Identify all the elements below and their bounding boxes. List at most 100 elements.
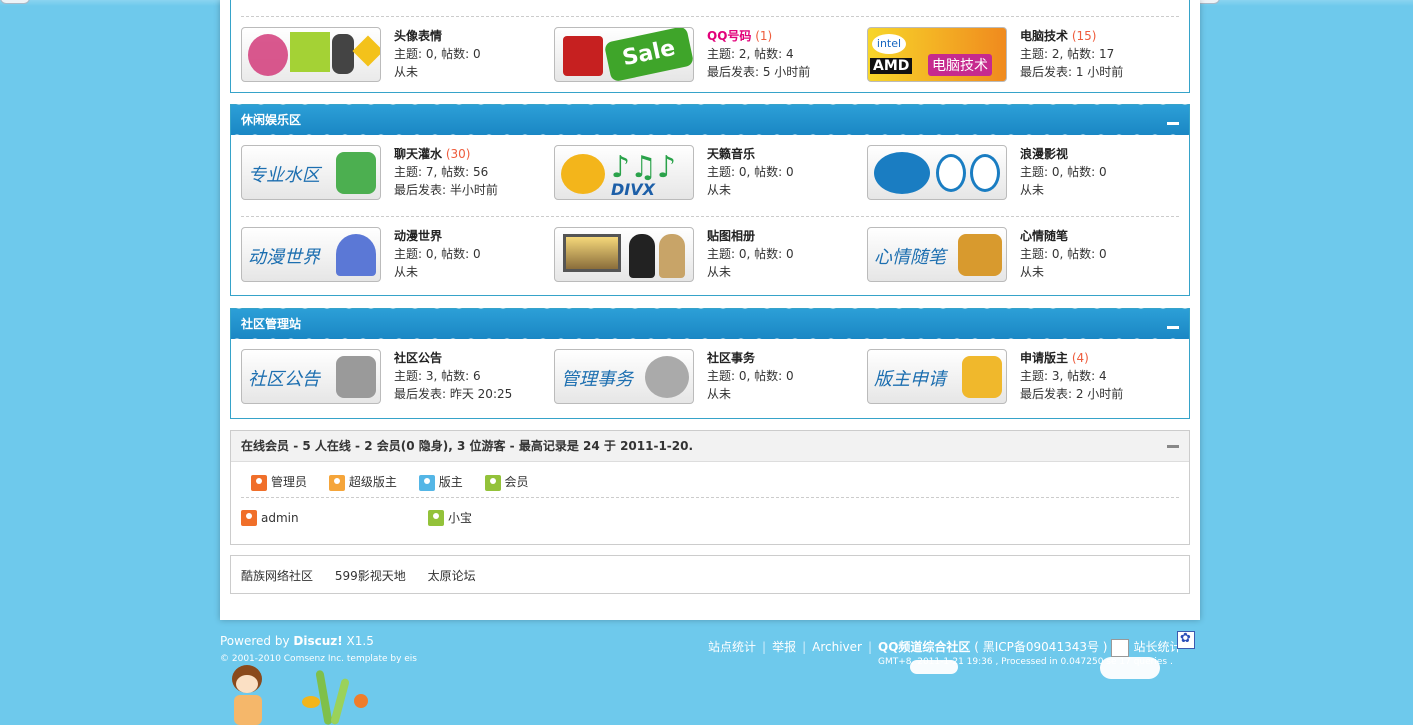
eye-icon <box>970 154 1000 192</box>
thumb-label: 管理事务 <box>561 369 633 390</box>
webcam-icon <box>874 152 930 194</box>
forum-stats: 主题: 0, 帖数: 0 <box>707 247 794 261</box>
forum-info: 动漫世界 主题: 0, 帖数: 0 从未 <box>394 227 481 281</box>
legend-member: 会员 <box>484 475 529 491</box>
member-icon <box>484 475 501 491</box>
forum-thumb-announcements[interactable]: 社区公告 <box>241 349 381 404</box>
forum-stats: 主题: 7, 帖数: 56 <box>394 165 489 179</box>
legend-admin: 管理员 <box>251 475 307 491</box>
group-title[interactable]: 休闲娱乐区 <box>241 113 301 127</box>
forum-thumb-qq[interactable]: Sale <box>554 27 694 82</box>
amd-logo-icon: AMD <box>870 58 913 74</box>
forum-thumb-music[interactable]: ♪♫♪ DIVX <box>554 145 694 200</box>
forum-thumb-moderator[interactable]: 版主申请 <box>867 349 1007 404</box>
group-title[interactable]: 社区管理站 <box>241 317 301 331</box>
collapse-icon[interactable] <box>1167 445 1179 448</box>
forum-last-post[interactable]: 最后发表: 1 小时前 <box>1020 63 1123 81</box>
forum-announcements[interactable]: 社区公告 社区公告 主题: 3, 帖数: 6 最后发表: 昨天 20:25 <box>241 349 554 411</box>
forum-last-post[interactable]: 最后发表: 昨天 20:25 <box>394 385 512 403</box>
forum-thumb-movies[interactable] <box>867 145 1007 200</box>
forum-photos[interactable]: 贴图相册 主题: 0, 帖数: 0 从未 <box>554 227 867 289</box>
scissors-icon <box>290 32 330 72</box>
icp-link[interactable]: ( 黑ICP备09041343号 ) <box>974 640 1107 654</box>
forum-thumb-computer[interactable]: intel AMD 电脑技术 <box>867 27 1007 82</box>
forum-stats: 主题: 0, 帖数: 0 <box>707 165 794 179</box>
forum-last-post[interactable]: 最后发表: 2 小时前 <box>1020 385 1123 403</box>
footer-left: Powered by Discuz! X1.5 © 2001-2010 Coms… <box>220 634 417 664</box>
baidu-paw-icon[interactable] <box>1177 631 1195 649</box>
discuz-link[interactable]: Discuz! <box>293 634 342 648</box>
forum-name[interactable]: 头像表情 <box>394 29 442 43</box>
forum-avatar-emoticons[interactable]: 头像表情 主题: 0, 帖数: 0 从未 <box>241 27 554 89</box>
online-user[interactable]: admin <box>241 510 299 526</box>
forum-movies[interactable]: 浪漫影视 主题: 0, 帖数: 0 从未 <box>867 145 1180 207</box>
forum-last-post[interactable]: 最后发表: 5 小时前 <box>707 63 810 81</box>
forum-info: 贴图相册 主题: 0, 帖数: 0 从未 <box>707 227 794 281</box>
books-icon <box>958 234 1002 276</box>
forum-thumb-avatar[interactable] <box>241 27 381 82</box>
online-header: 在线会员 - 5 人在线 - 2 会员(0 隐身), 3 位游客 - 最高记录是… <box>231 431 1189 462</box>
forum-affairs[interactable]: 管理事务 社区事务 主题: 0, 帖数: 0 从未 <box>554 349 867 411</box>
star-icon <box>352 35 380 67</box>
forum-name[interactable]: 申请版主 <box>1020 351 1068 365</box>
cubes-icon <box>563 36 603 76</box>
collapse-icon[interactable] <box>1167 115 1179 125</box>
forum-stats: 主题: 3, 帖数: 4 <box>1020 369 1107 383</box>
forum-thumb-diary[interactable]: 心情随笔 <box>867 227 1007 282</box>
admin-icon <box>251 475 267 491</box>
online-user[interactable]: 小宝 <box>428 510 472 526</box>
cloud-decoration <box>1100 657 1160 679</box>
forum-thumb-photos[interactable] <box>554 227 694 282</box>
debian-swirl-icon <box>248 34 288 76</box>
browser-tab-stub[interactable] <box>0 0 30 4</box>
forum-row: 动漫世界 动漫世界 主题: 0, 帖数: 0 从未 贴图相册 主题: 0, 帖数… <box>241 216 1179 296</box>
friend-link[interactable]: 酷族网络社区 <box>241 569 313 583</box>
forum-diary[interactable]: 心情随笔 心情随笔 主题: 0, 帖数: 0 从未 <box>867 227 1180 289</box>
thumb-label: 专业水区 <box>248 165 320 186</box>
forum-thumb-chat[interactable]: 专业水区 <box>241 145 381 200</box>
forum-info: 心情随笔 主题: 0, 帖数: 0 从未 <box>1020 227 1107 281</box>
footer-link[interactable]: 站点统计 <box>708 640 756 654</box>
friend-links: 酷族网络社区 599影视天地 太原论坛 <box>230 555 1190 594</box>
footer-link[interactable]: Archiver <box>812 640 862 654</box>
forum-name[interactable]: QQ号码 <box>707 29 751 43</box>
forum-name[interactable]: 天籁音乐 <box>707 147 755 161</box>
forum-last-post[interactable]: 最后发表: 半小时前 <box>394 181 498 199</box>
cnzz-stat-icon[interactable] <box>1111 638 1130 657</box>
forum-name[interactable]: 心情随笔 <box>1020 229 1068 243</box>
character-icon <box>659 234 685 278</box>
forum-thumb-affairs[interactable]: 管理事务 <box>554 349 694 404</box>
forum-moderator-apply[interactable]: 版主申请 申请版主 (4) 主题: 3, 帖数: 4 最后发表: 2 小时前 <box>867 349 1180 411</box>
thumb-label: 电脑技术 <box>928 54 992 76</box>
forum-qq-number[interactable]: Sale QQ号码 (1) 主题: 2, 帖数: 4 最后发表: 5 小时前 <box>554 27 867 89</box>
thumb-label: 心情随笔 <box>874 247 946 268</box>
intel-logo-icon: intel <box>872 34 906 54</box>
forum-name[interactable]: 社区事务 <box>707 351 755 365</box>
cloud-decoration <box>910 660 958 674</box>
forum-name[interactable]: 电脑技术 <box>1020 29 1068 43</box>
forum-computer-tech[interactable]: intel AMD 电脑技术 电脑技术 (15) 主题: 2, 帖数: 17 最… <box>867 27 1180 89</box>
stat-link[interactable]: 站长统计 <box>1133 640 1181 654</box>
site-name-link[interactable]: QQ频道综合社区 <box>878 640 970 654</box>
forum-chat[interactable]: 专业水区 聊天灌水 (30) 主题: 7, 帖数: 56 最后发表: 半小时前 <box>241 145 554 207</box>
friend-link[interactable]: 太原论坛 <box>428 569 476 583</box>
forum-name[interactable]: 贴图相册 <box>707 229 755 243</box>
forum-anime[interactable]: 动漫世界 动漫世界 主题: 0, 帖数: 0 从未 <box>241 227 554 289</box>
today-count: (30) <box>445 147 471 161</box>
forum-stats: 主题: 0, 帖数: 0 <box>707 369 794 383</box>
forum-name[interactable]: 浪漫影视 <box>1020 147 1068 161</box>
forum-last-post: 从未 <box>707 387 732 401</box>
forum-thumb-anime[interactable]: 动漫世界 <box>241 227 381 282</box>
online-label[interactable]: 在线会员 <box>241 439 289 453</box>
forum-stats: 主题: 2, 帖数: 17 <box>1020 47 1115 61</box>
today-count: (1) <box>755 29 773 43</box>
thumb-label: DIVX <box>611 180 655 199</box>
forum-name[interactable]: 聊天灌水 <box>394 147 442 161</box>
footer-link[interactable]: 举报 <box>772 640 796 654</box>
forum-name[interactable]: 社区公告 <box>394 351 442 365</box>
forum-music[interactable]: ♪♫♪ DIVX 天籁音乐 主题: 0, 帖数: 0 从未 <box>554 145 867 207</box>
friend-link[interactable]: 599影视天地 <box>335 569 406 583</box>
collapse-icon[interactable] <box>1167 319 1179 329</box>
notebook-icon <box>336 152 376 194</box>
forum-name[interactable]: 动漫世界 <box>394 229 442 243</box>
